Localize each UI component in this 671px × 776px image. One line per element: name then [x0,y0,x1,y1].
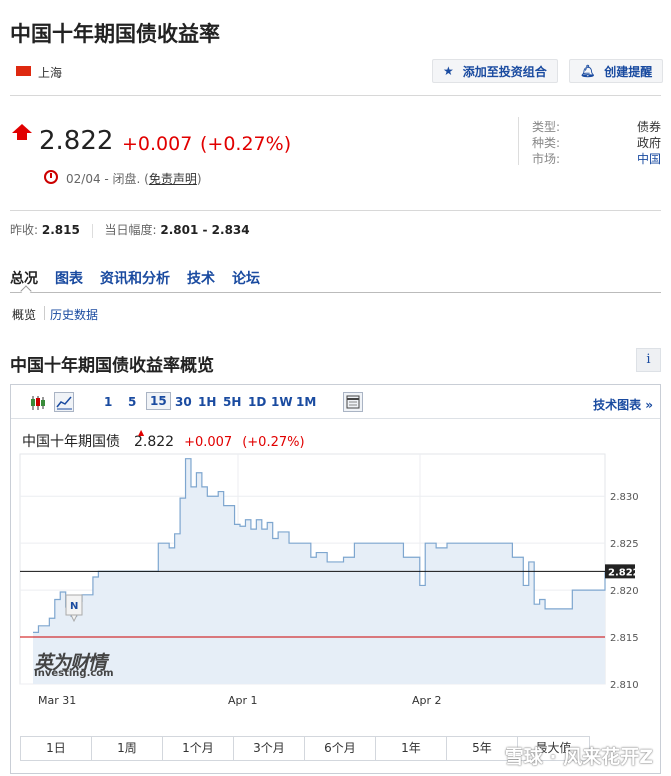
x-axis-ticks: Mar 31 Apr 1 Apr 2 [38,694,442,707]
range-1w[interactable]: 1周 [92,737,163,760]
current-price-tag-label: 2.822 [608,567,640,578]
y-tick-label: 2.815 [610,633,639,644]
x-tick-label: Apr 1 [228,694,258,707]
y-tick-label: 2.820 [610,586,639,597]
event-marker-label: N [70,601,78,612]
y-tick-label: 2.810 [610,680,639,691]
range-1d[interactable]: 1日 [21,737,92,760]
current-price-tag: 2.822 [605,564,640,579]
range-1m[interactable]: 1个月 [163,737,234,760]
y-tick-label: 2.830 [610,492,639,503]
range-1y[interactable]: 1年 [376,737,447,760]
y-tick-label: 2.825 [610,539,639,550]
investing-logo-sub: Investing.com [34,668,114,679]
x-tick-label: Apr 2 [412,694,442,707]
x-tick-label: Mar 31 [38,694,76,707]
xueqiu-watermark: 雪球 · 风来花开Z [504,746,653,768]
range-3m[interactable]: 3个月 [234,737,305,760]
range-6m[interactable]: 6个月 [305,737,376,760]
y-axis-ticks: 2.830 2.825 2.820 2.815 2.810 [610,492,639,691]
